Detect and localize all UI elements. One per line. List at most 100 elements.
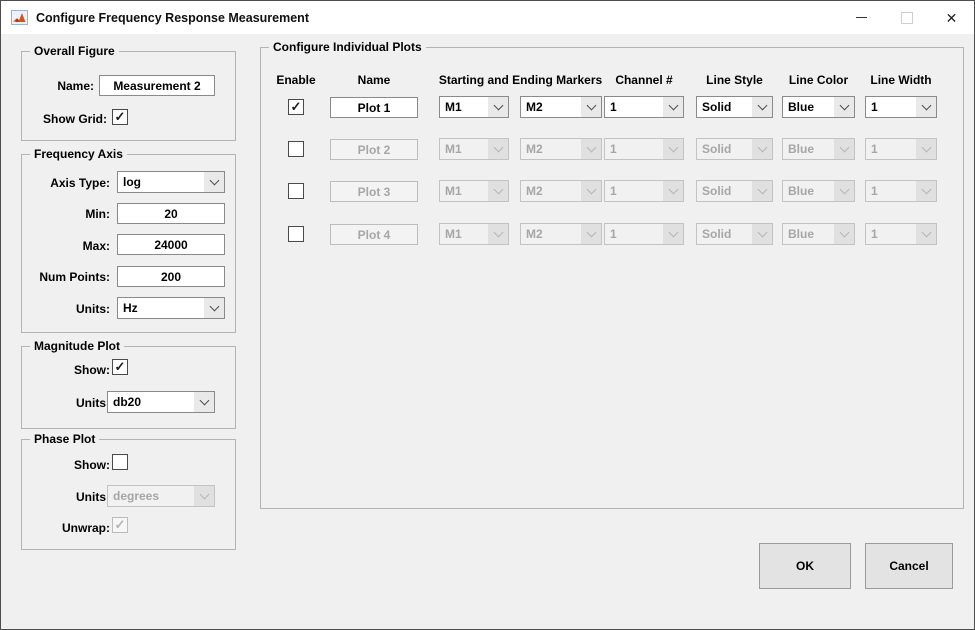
plot4-end-marker-select: M2 [520, 223, 602, 245]
axis-type-label: Axis Type: [22, 176, 110, 190]
ok-button[interactable]: OK [759, 543, 851, 589]
chevron-down-icon [581, 97, 601, 117]
phase-plot-group: Phase Plot Show: Units: degrees Unwrap: [21, 439, 236, 550]
plot3-channel-select: 1 [604, 180, 684, 202]
plot3-name-input: Plot 3 [330, 181, 418, 202]
phase-plot-legend: Phase Plot [30, 432, 99, 446]
window-controls: ✕ [839, 1, 974, 34]
close-button[interactable]: ✕ [929, 1, 974, 34]
overall-figure-group: Overall Figure Name: Measurement 2 Show … [21, 51, 236, 141]
overall-figure-legend: Overall Figure [30, 44, 119, 58]
phase-show-label: Show: [22, 458, 110, 472]
unwrap-label: Unwrap: [22, 521, 110, 535]
plot3-enable-checkbox[interactable] [288, 183, 304, 199]
chevron-down-icon [581, 224, 601, 244]
unwrap-checkbox [112, 517, 128, 533]
chevron-down-icon [204, 298, 224, 318]
plot2-line-color-select: Blue [782, 138, 855, 160]
chevron-down-icon [663, 181, 683, 201]
dialog-window: Configure Frequency Response Measurement… [0, 0, 975, 630]
magnitude-units-select[interactable]: db20 [107, 391, 215, 413]
chevron-down-icon [663, 97, 683, 117]
minimize-icon [856, 17, 867, 18]
chevron-down-icon [488, 97, 508, 117]
maximize-button [884, 1, 929, 34]
chevron-down-icon [752, 97, 772, 117]
plot-row-4: Plot 4 M1 M2 1 Solid Blue 1 [261, 223, 963, 249]
chevron-down-icon [916, 224, 936, 244]
plot4-name-input: Plot 4 [330, 224, 418, 245]
chevron-down-icon [581, 181, 601, 201]
plot4-line-color-select: Blue [782, 223, 855, 245]
plot1-channel-select[interactable]: 1 [604, 96, 684, 118]
maximize-icon [901, 12, 913, 24]
plot2-channel-select: 1 [604, 138, 684, 160]
plot1-line-color-select[interactable]: Blue [782, 96, 855, 118]
magnitude-show-checkbox[interactable] [112, 359, 128, 375]
show-grid-label: Show Grid: [26, 112, 107, 126]
chevron-down-icon [663, 224, 683, 244]
frequency-axis-legend: Frequency Axis [30, 147, 127, 161]
plot2-line-style-select: Solid [696, 138, 773, 160]
chevron-down-icon [752, 139, 772, 159]
header-markers: Starting and Ending Markers [430, 73, 611, 87]
header-enable: Enable [266, 73, 326, 87]
plot1-enable-checkbox[interactable] [288, 99, 304, 115]
plot1-start-marker-select[interactable]: M1 [439, 96, 509, 118]
plot4-channel-select: 1 [604, 223, 684, 245]
plot1-line-width-select[interactable]: 1 [865, 96, 937, 118]
plot2-enable-checkbox[interactable] [288, 141, 304, 157]
plot1-line-style-select[interactable]: Solid [696, 96, 773, 118]
individual-plots-group: Configure Individual Plots Enable Name S… [260, 47, 964, 509]
magnitude-show-label: Show: [22, 363, 110, 377]
chevron-down-icon [488, 181, 508, 201]
plot1-name-input[interactable]: Plot 1 [330, 97, 418, 118]
magnitude-plot-legend: Magnitude Plot [30, 339, 124, 353]
figure-name-input[interactable]: Measurement 2 [99, 75, 215, 96]
plot4-enable-checkbox[interactable] [288, 226, 304, 242]
plot3-line-color-select: Blue [782, 180, 855, 202]
magnitude-plot-group: Magnitude Plot Show: Units: db20 [21, 346, 236, 429]
chevron-down-icon [663, 139, 683, 159]
cancel-button[interactable]: Cancel [865, 543, 953, 589]
max-input[interactable]: 24000 [117, 234, 225, 255]
axis-type-select[interactable]: log [117, 171, 225, 193]
phase-units-label: Units: [22, 490, 110, 504]
plot4-line-style-select: Solid [696, 223, 773, 245]
min-label: Min: [22, 207, 110, 221]
magnitude-units-label: Units: [22, 396, 110, 410]
plot3-end-marker-select: M2 [520, 180, 602, 202]
chevron-down-icon [752, 224, 772, 244]
show-grid-checkbox[interactable] [112, 109, 128, 125]
chevron-down-icon [488, 224, 508, 244]
chevron-down-icon [834, 97, 854, 117]
header-line-width: Line Width [865, 73, 937, 87]
chevron-down-icon [834, 139, 854, 159]
header-line-color: Line Color [782, 73, 855, 87]
name-label: Name: [26, 79, 94, 93]
max-label: Max: [22, 239, 110, 253]
plot2-end-marker-select: M2 [520, 138, 602, 160]
plot2-start-marker-select: M1 [439, 138, 509, 160]
num-points-input[interactable]: 200 [117, 266, 225, 287]
plot4-start-marker-select: M1 [439, 223, 509, 245]
min-input[interactable]: 20 [117, 203, 225, 224]
freq-units-select[interactable]: Hz [117, 297, 225, 319]
chevron-down-icon [834, 224, 854, 244]
chevron-down-icon [834, 181, 854, 201]
title-bar: Configure Frequency Response Measurement… [1, 1, 974, 34]
header-channel: Channel # [604, 73, 684, 87]
window-title: Configure Frequency Response Measurement [36, 11, 309, 25]
minimize-button[interactable] [839, 1, 884, 34]
frequency-axis-group: Frequency Axis Axis Type: log Min: 20 Ma… [21, 154, 236, 333]
chevron-down-icon [488, 139, 508, 159]
plot1-end-marker-select[interactable]: M2 [520, 96, 602, 118]
individual-plots-legend: Configure Individual Plots [269, 40, 426, 54]
num-points-label: Num Points: [22, 270, 110, 284]
freq-units-label: Units: [22, 302, 110, 316]
phase-units-select: degrees [107, 485, 215, 507]
close-icon: ✕ [946, 11, 958, 25]
phase-show-checkbox[interactable] [112, 454, 128, 470]
plot-row-1: Plot 1 M1 M2 1 Solid Blue 1 [261, 96, 963, 122]
plot3-line-width-select: 1 [865, 180, 937, 202]
